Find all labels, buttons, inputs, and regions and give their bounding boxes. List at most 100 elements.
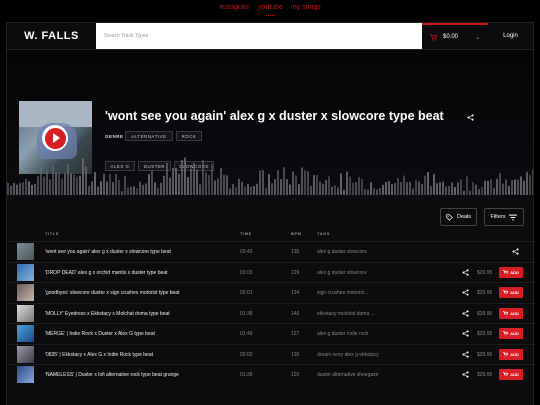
login-button[interactable]: Login bbox=[488, 23, 533, 49]
featured-track: 'wont see you again' alex g x duster x s… bbox=[6, 50, 534, 195]
logo[interactable]: W. FALLS bbox=[7, 23, 96, 49]
track-thumbnail[interactable] bbox=[17, 345, 34, 363]
nav-link-youtube[interactable]: youtube bbox=[258, 4, 283, 20]
track-title[interactable]: 'MOLLY' Eyedress x Ekkstacy x Molchat do… bbox=[45, 311, 170, 317]
track-tags[interactable]: dream ivory alex g ekkstacy bbox=[317, 352, 379, 358]
chevron-down-icon[interactable]: ⌄ bbox=[475, 34, 480, 41]
share-icon bbox=[462, 330, 469, 337]
track-time: 01:38 bbox=[240, 310, 253, 317]
track-tags[interactable]: alex g duster slowcore bbox=[317, 249, 367, 255]
track-title[interactable]: 'MERGE' | Indie Rock x Duster x Alex G t… bbox=[45, 331, 155, 337]
track-price: $29.95 bbox=[477, 310, 493, 317]
share-icon bbox=[512, 248, 519, 255]
share-button[interactable] bbox=[459, 307, 472, 320]
add-to-cart-button[interactable]: ADD bbox=[499, 328, 523, 339]
track-bpm: 120 bbox=[291, 372, 300, 378]
add-to-cart-button[interactable]: ADD bbox=[499, 348, 523, 360]
share-button[interactable] bbox=[459, 266, 472, 279]
track-row[interactable]: 'NAMELESS' | Duster x lofi alternative r… bbox=[7, 364, 535, 384]
track-thumbnail[interactable] bbox=[17, 366, 34, 383]
share-icon[interactable] bbox=[467, 114, 474, 121]
share-icon bbox=[462, 309, 469, 317]
add-label: ADD bbox=[510, 269, 519, 275]
cart-total: $0.00 bbox=[443, 34, 459, 40]
track-price: $29.95 bbox=[477, 331, 493, 337]
track-row[interactable]: '0835' | Ekkstacy x Alex G x Indie Rock … bbox=[7, 343, 535, 364]
column-header-tags: TAGS bbox=[317, 232, 331, 236]
track-bpm: 127 bbox=[291, 331, 300, 337]
track-row[interactable]: 'MOLLY' Eyedress x Ekkstacy x Molchat do… bbox=[7, 302, 535, 323]
track-row[interactable]: 'wont see you again' alex g x duster x s… bbox=[7, 241, 535, 261]
track-price: $29.95 bbox=[477, 290, 493, 296]
nav-link-my-songs[interactable]: my songs bbox=[291, 4, 321, 20]
track-bpm: 135 bbox=[291, 351, 300, 358]
filters-button[interactable]: Filters bbox=[484, 208, 524, 226]
track-tags[interactable]: ekkstacy molchat doma ... bbox=[317, 311, 375, 317]
active-indicator bbox=[266, 15, 275, 17]
genre-label: GENRE bbox=[105, 134, 124, 139]
tag-icon bbox=[446, 213, 453, 221]
track-bpm: 135 bbox=[291, 249, 300, 255]
share-button[interactable] bbox=[459, 286, 472, 299]
track-bpm: 129 bbox=[291, 269, 300, 276]
filter-icon bbox=[509, 214, 518, 220]
track-thumbnail[interactable] bbox=[17, 243, 34, 260]
genre-pill[interactable]: ROCK bbox=[176, 131, 202, 141]
track-tags[interactable]: alex g duster slowcore bbox=[317, 270, 367, 276]
track-title[interactable]: 'goodbyes' slowcore duster x sign crushe… bbox=[45, 290, 179, 296]
cart-icon bbox=[503, 331, 509, 335]
track-tags[interactable]: sign crushes motorist ... bbox=[317, 290, 370, 296]
cart-icon bbox=[503, 351, 509, 355]
track-price: $29.95 bbox=[477, 351, 493, 358]
add-to-cart-button[interactable]: ADD bbox=[499, 307, 523, 319]
track-time: 02:00 bbox=[240, 351, 253, 358]
track-tags[interactable]: duster alternative shoegaze bbox=[317, 372, 378, 378]
track-row[interactable]: 'MERGE' | Indie Rock x Duster x Alex G t… bbox=[7, 323, 535, 343]
track-list: Deals Filters TITLE TIME BPM TAGS 'wont … bbox=[6, 195, 535, 405]
add-to-cart-button[interactable]: ADD bbox=[499, 266, 523, 278]
track-price: $29.95 bbox=[477, 269, 493, 276]
add-label: ADD bbox=[510, 351, 519, 357]
play-icon bbox=[52, 133, 60, 143]
share-button[interactable] bbox=[459, 368, 472, 381]
add-to-cart-button[interactable]: ADD bbox=[499, 287, 523, 298]
track-time: 02:01 bbox=[240, 290, 253, 296]
waveform[interactable] bbox=[7, 147, 534, 195]
track-bpm: 134 bbox=[291, 290, 300, 296]
track-time: 01:28 bbox=[240, 372, 253, 378]
cart-icon bbox=[503, 269, 509, 273]
track-thumbnail[interactable] bbox=[17, 263, 34, 281]
track-thumbnail[interactable] bbox=[17, 325, 34, 342]
deals-label: Deals bbox=[456, 214, 472, 220]
column-header-bpm: BPM bbox=[291, 232, 302, 236]
track-time: 03:43 bbox=[240, 249, 253, 255]
cart-icon bbox=[430, 33, 437, 41]
add-label: ADD bbox=[510, 290, 519, 295]
track-title[interactable]: 'NAMELESS' | Duster x lofi alternative r… bbox=[45, 372, 179, 378]
track-tags[interactable]: alex g duster indie rock bbox=[317, 331, 368, 337]
add-label: ADD bbox=[510, 310, 519, 316]
add-to-cart-button[interactable]: ADD bbox=[499, 369, 523, 380]
cart-icon bbox=[503, 290, 509, 294]
track-title[interactable]: 'DROP DEAD' alex g x orchid mantis x dus… bbox=[45, 270, 167, 276]
track-thumbnail[interactable] bbox=[17, 284, 34, 301]
track-price: $29.95 bbox=[477, 372, 493, 378]
search-input[interactable] bbox=[96, 23, 422, 49]
top-nav: instagram youtube my songs bbox=[0, 0, 540, 20]
track-row[interactable]: 'DROP DEAD' alex g x orchid mantis x dus… bbox=[7, 261, 535, 282]
track-title[interactable]: '0835' | Ekkstacy x Alex G x Indie Rock … bbox=[45, 352, 153, 358]
deals-button[interactable]: Deals bbox=[440, 208, 477, 226]
nav-link-instagram[interactable]: instagram bbox=[219, 4, 250, 20]
share-icon bbox=[462, 350, 469, 358]
cart-button[interactable]: $0.00 ⌄ bbox=[422, 23, 488, 49]
share-button[interactable] bbox=[459, 327, 472, 340]
share-button[interactable] bbox=[509, 245, 522, 258]
track-title[interactable]: 'wont see you again' alex g x duster x s… bbox=[45, 249, 171, 255]
track-thumbnail[interactable] bbox=[17, 304, 34, 322]
share-icon bbox=[462, 268, 469, 276]
filters-label: Filters bbox=[490, 214, 506, 220]
share-button[interactable] bbox=[459, 348, 472, 361]
genre-pill[interactable]: ALTERNATIVE bbox=[125, 131, 173, 141]
track-time: 01:49 bbox=[240, 331, 253, 337]
track-row[interactable]: 'goodbyes' slowcore duster x sign crushe… bbox=[7, 282, 535, 302]
